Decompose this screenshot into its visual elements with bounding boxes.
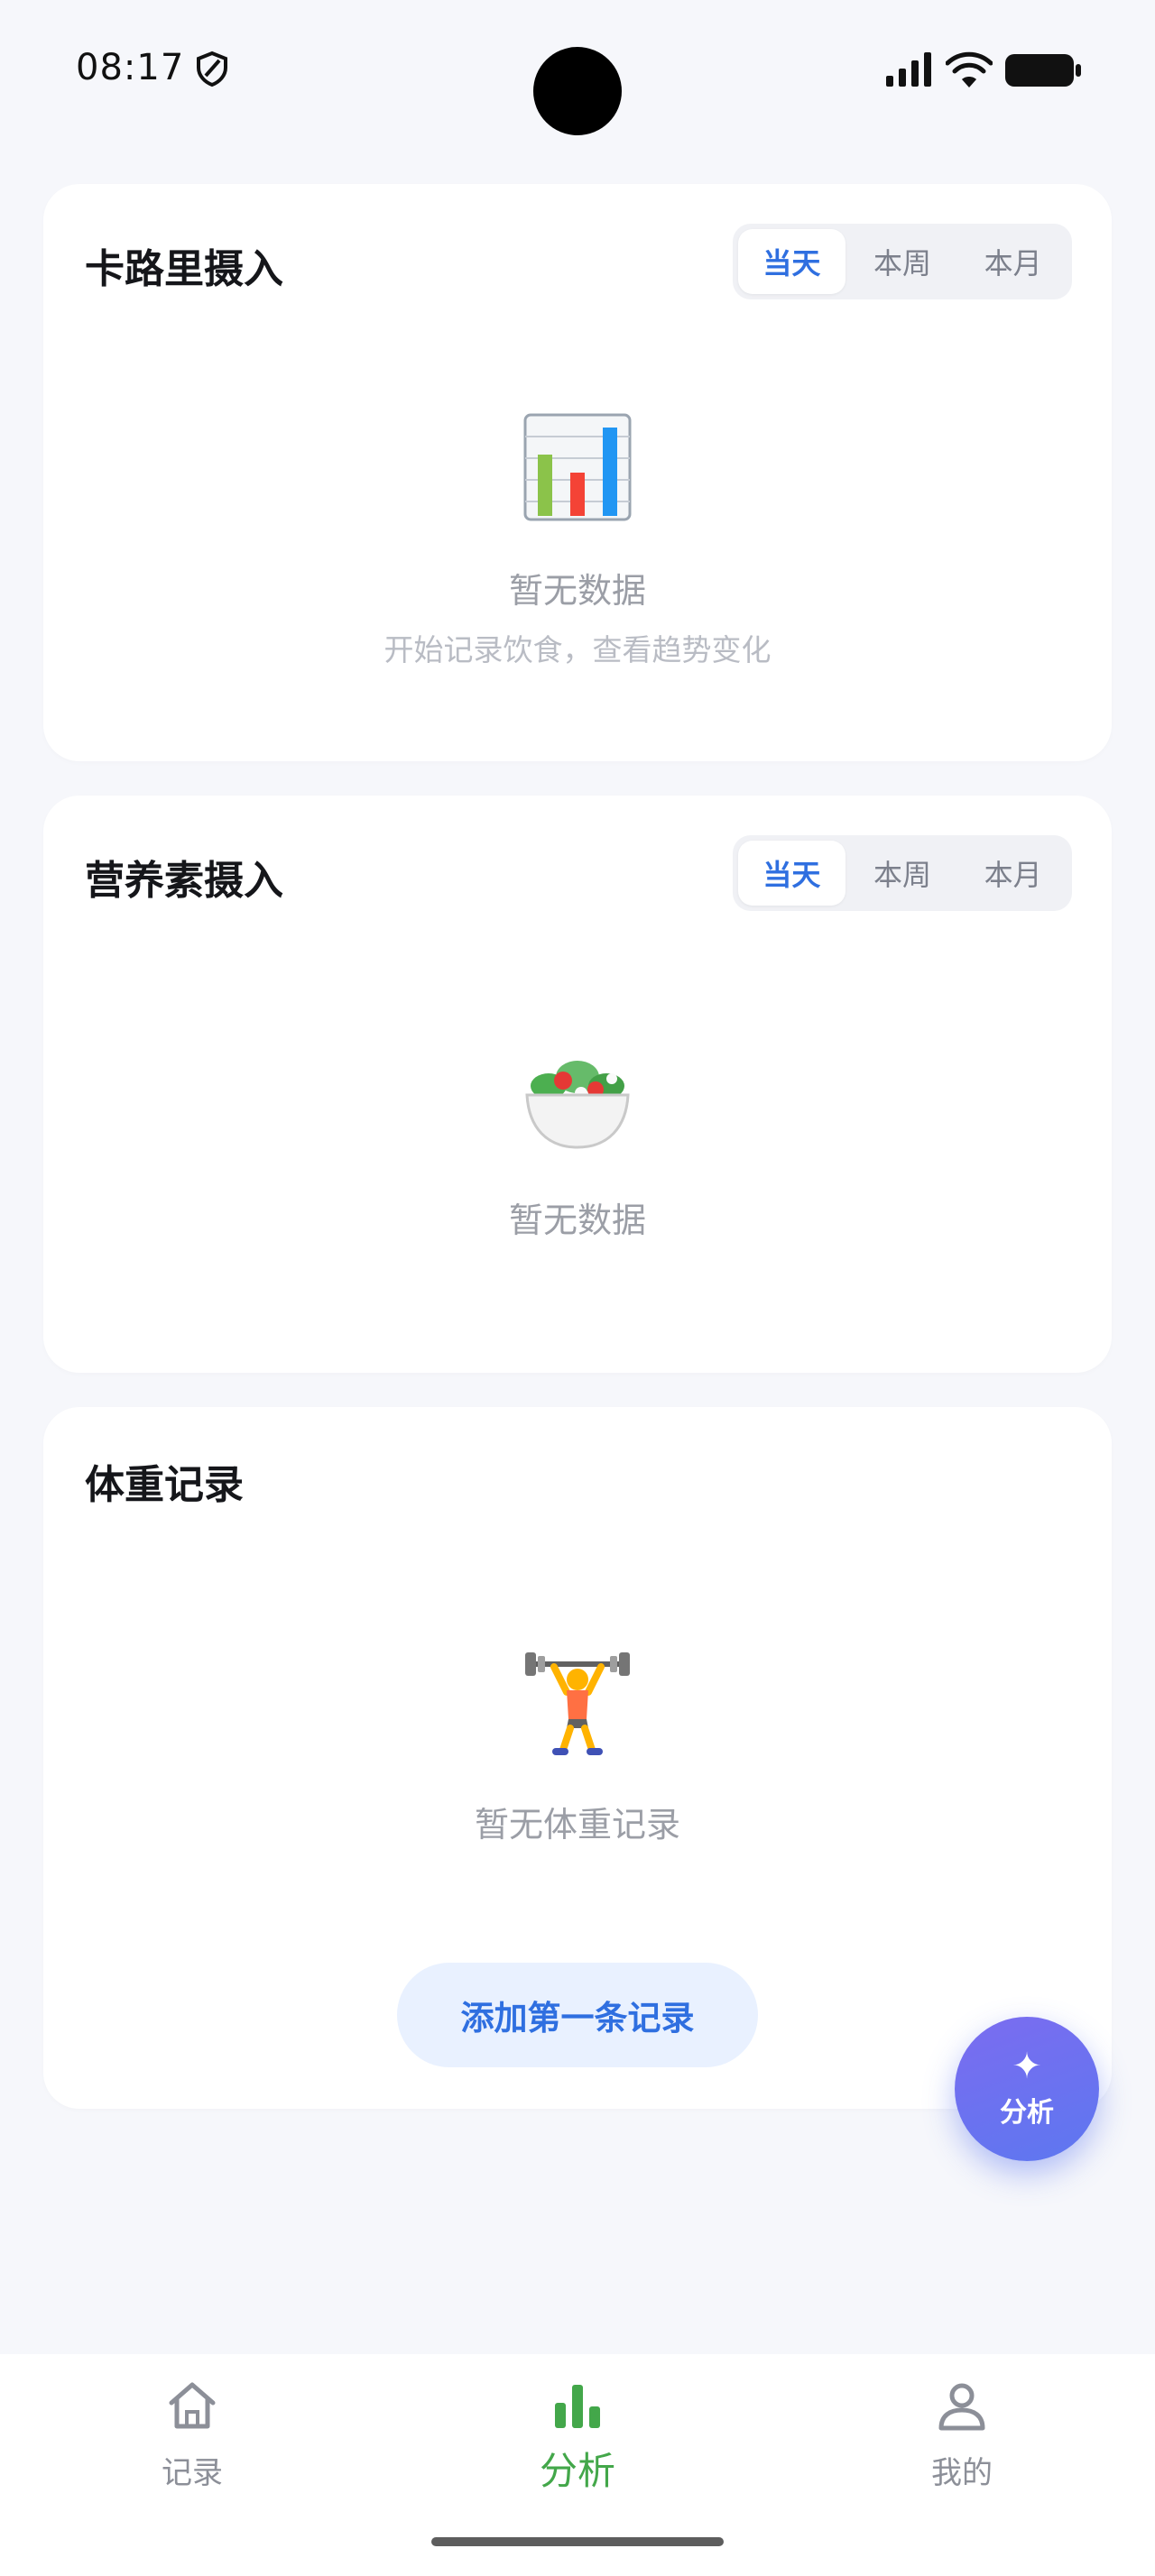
weightlifter-icon — [525, 1652, 630, 1755]
wifi-icon — [946, 51, 993, 87]
analysis-screen: 08:17 卡路里摄入 当天 本周 本月 暂无数据 开始记录饮食，查看趋势变化 … — [0, 0, 1155, 2576]
bar-chart-icon — [523, 413, 632, 521]
bar-chart-icon — [555, 2385, 600, 2428]
user-icon — [938, 2383, 985, 2431]
calorie-empty-text: 暂无数据 — [508, 571, 646, 611]
nav-item-record[interactable]: 记录 — [102, 2378, 282, 2513]
nutrient-intake-card: 营养素摄入 当天 本周 本月 暂无数据 — [43, 796, 1112, 1373]
sparkle-icon: ✦ — [1012, 2046, 1042, 2087]
nutrient-empty-text: 暂无数据 — [508, 1201, 646, 1240]
fab-label: 分析 — [1000, 2097, 1054, 2129]
battery-icon — [1005, 54, 1081, 87]
analyze-fab[interactable]: ✦ 分析 — [955, 2017, 1099, 2161]
home-icon — [169, 2382, 216, 2429]
add-first-record-button[interactable]: 添加第一条记录 — [397, 1963, 758, 2067]
nav-item-mine[interactable]: 我的 — [872, 2378, 1052, 2513]
nutrient-tab-day[interactable]: 当天 — [738, 841, 845, 906]
nutrient-tab-month[interactable]: 本月 — [959, 841, 1067, 906]
weight-card-title: 体重记录 — [85, 1462, 244, 1508]
calorie-intake-card: 卡路里摄入 当天 本周 本月 暂无数据 开始记录饮食，查看趋势变化 — [43, 184, 1112, 761]
signal-icon — [886, 52, 931, 87]
nav-label-record: 记录 — [162, 2455, 223, 2491]
calorie-tab-month[interactable]: 本月 — [959, 229, 1067, 294]
nutrient-period-selector: 当天 本周 本月 — [733, 835, 1072, 911]
nutrient-tab-week[interactable]: 本周 — [849, 841, 956, 906]
status-time: 08:17 — [76, 47, 185, 88]
nutrient-card-title: 营养素摄入 — [85, 858, 283, 904]
calorie-tab-day[interactable]: 当天 — [738, 229, 845, 294]
nav-item-analysis[interactable]: 分析 — [487, 2378, 668, 2513]
calorie-card-title: 卡路里摄入 — [85, 246, 283, 292]
nav-label-mine: 我的 — [931, 2455, 993, 2491]
front-camera — [533, 47, 622, 135]
calorie-tab-week[interactable]: 本周 — [849, 229, 956, 294]
calorie-period-selector: 当天 本周 本月 — [733, 224, 1072, 299]
calorie-empty-subtext: 开始记录饮食，查看趋势变化 — [383, 632, 772, 667]
weight-record-card: 体重记录 暂无体重记录 添加第一条记录 — [43, 1407, 1112, 2109]
salad-icon — [525, 1061, 630, 1149]
weight-empty-text: 暂无体重记录 — [474, 1805, 680, 1845]
nav-label-analysis: 分析 — [539, 2449, 615, 2493]
shield-icon — [197, 51, 227, 87]
status-bar: 08:17 — [0, 0, 1155, 135]
home-indicator[interactable] — [431, 2537, 724, 2546]
